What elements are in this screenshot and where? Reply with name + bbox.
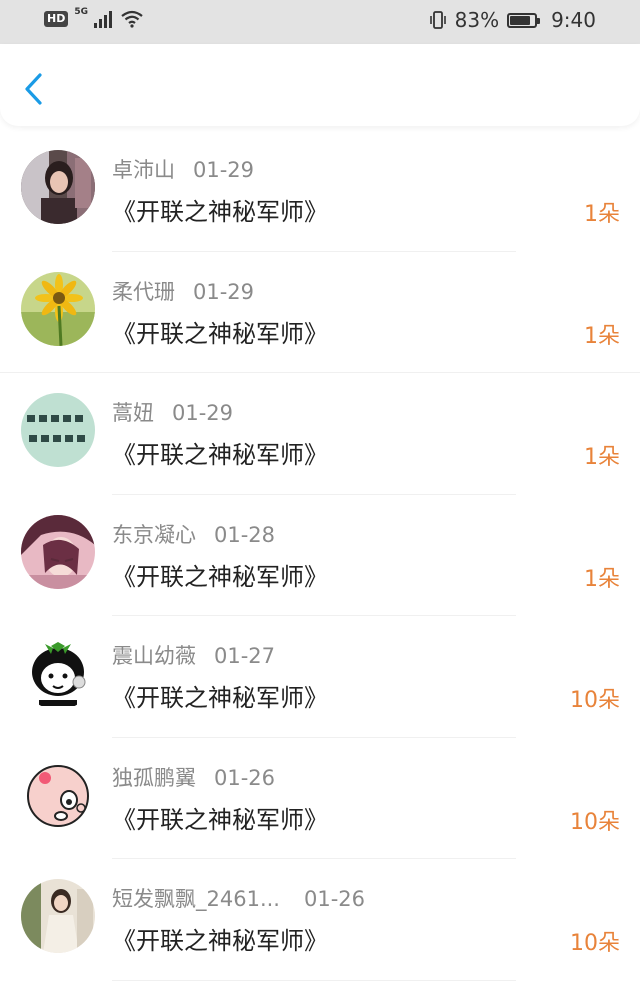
date: 01-26 xyxy=(303,887,366,911)
flower-count: 10朵 xyxy=(570,931,620,956)
sender-name[interactable]: 东京凝心 xyxy=(112,523,196,547)
flower-count: 1朵 xyxy=(584,566,620,592)
sender-line: 蒿妞 01-29 xyxy=(112,397,233,427)
flower-count: 10朵 xyxy=(570,809,620,835)
chevron-left-icon xyxy=(25,73,42,105)
list-item[interactable]: 柔代珊 01-29 《开联之神秘军师》 1朵 xyxy=(0,252,640,373)
book-title[interactable]: 《开联之神秘军师》 xyxy=(112,435,328,470)
date: 01-27 xyxy=(214,644,276,668)
gift-list: 卓沛山 01-29 《开联之神秘军师》 1朵 柔代珊 01-29 《开联之神秘军… xyxy=(0,130,640,981)
divider xyxy=(112,979,516,981)
list-item[interactable]: 短发飘飘_2461... 01-26 《开联之神秘军师》 10朵 xyxy=(0,859,640,981)
list-item[interactable]: 独孤鹏翼 01-26 《开联之神秘军师》 10朵 xyxy=(0,738,640,859)
sender-name[interactable]: 短发飘飘_2461... xyxy=(112,887,280,911)
status-right: 83% 9:40 xyxy=(429,8,596,32)
book-title[interactable]: 《开联之神秘军师》 xyxy=(112,192,328,227)
flower-count: 10朵 xyxy=(570,688,620,713)
list-item[interactable]: 卓沛山 01-29 《开联之神秘军师》 1朵 xyxy=(0,130,640,252)
list-item[interactable]: 东京凝心 01-28 《开联之神秘军师》 1朵 xyxy=(0,495,640,616)
avatar[interactable] xyxy=(21,393,95,467)
flower-count: 1朵 xyxy=(584,323,620,349)
sender-line: 独孤鹏翼 01-26 xyxy=(112,762,275,792)
top-nav-bar xyxy=(0,44,640,126)
book-title[interactable]: 《开联之神秘军师》 xyxy=(112,800,328,835)
battery-fill xyxy=(510,15,531,25)
back-button[interactable] xyxy=(22,72,46,106)
signal-icon xyxy=(94,11,112,28)
flower-count: 1朵 xyxy=(584,202,620,227)
sender-line: 东京凝心 01-28 xyxy=(112,519,275,549)
avatar[interactable] xyxy=(21,879,95,953)
battery-icon xyxy=(507,12,541,28)
wifi-icon xyxy=(121,10,143,28)
date: 01-26 xyxy=(214,765,276,790)
flower-count: 1朵 xyxy=(584,445,620,470)
avatar[interactable] xyxy=(21,514,95,589)
vibrate-icon xyxy=(429,11,446,29)
list-item[interactable]: 震山幼薇 01-27 《开联之神秘军师》 10朵 xyxy=(0,616,640,738)
book-title[interactable]: 《开联之神秘军师》 xyxy=(112,678,328,713)
sender-name[interactable]: 卓沛山 xyxy=(112,158,175,182)
sender-name[interactable]: 柔代珊 xyxy=(112,280,175,304)
sender-line: 柔代珊 01-29 xyxy=(112,276,254,306)
status-left: HD 5G xyxy=(44,7,144,28)
book-title[interactable]: 《开联之神秘军师》 xyxy=(112,314,328,349)
avatar[interactable] xyxy=(21,757,95,832)
sender-name[interactable]: 独孤鹏翼 xyxy=(112,766,196,790)
date: 01-28 xyxy=(214,522,276,547)
date: 01-29 xyxy=(193,279,255,304)
list-item[interactable]: 蒿妞 01-29 《开联之神秘军师》 1朵 xyxy=(0,373,640,495)
avatar[interactable] xyxy=(21,150,95,224)
status-bar: HD 5G 83% 9:40 xyxy=(0,0,640,44)
avatar[interactable] xyxy=(21,636,95,710)
battery-percent: 83% xyxy=(454,8,500,32)
avatar[interactable] xyxy=(21,271,95,346)
book-title[interactable]: 《开联之神秘军师》 xyxy=(112,557,328,592)
sender-line: 震山幼薇 01-27 xyxy=(112,640,275,670)
sender-line: 卓沛山 01-29 xyxy=(112,154,254,184)
date: 01-29 xyxy=(172,401,234,425)
network-type: 5G xyxy=(74,7,88,17)
hd-badge: HD xyxy=(44,11,69,27)
sender-name[interactable]: 蒿妞 xyxy=(112,401,154,425)
date: 01-29 xyxy=(193,158,255,182)
sender-line: 短发飘飘_2461... 01-26 xyxy=(112,883,365,913)
book-title[interactable]: 《开联之神秘军师》 xyxy=(112,921,328,956)
sender-name[interactable]: 震山幼薇 xyxy=(112,644,196,668)
clock: 9:40 xyxy=(551,8,596,32)
